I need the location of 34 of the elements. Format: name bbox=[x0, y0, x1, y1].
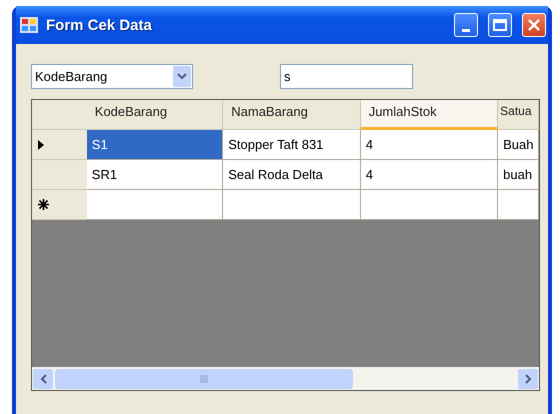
minimize-icon bbox=[462, 28, 470, 32]
close-button[interactable] bbox=[522, 13, 546, 37]
chevron-down-icon bbox=[177, 73, 187, 80]
scroll-right-button[interactable] bbox=[518, 368, 538, 388]
row-header[interactable] bbox=[32, 190, 87, 220]
maximize-button[interactable] bbox=[488, 13, 512, 37]
table-cell[interactable]: 4 bbox=[360, 130, 498, 160]
horizontal-scrollbar[interactable] bbox=[32, 367, 539, 390]
column-header[interactable]: NamaBarang bbox=[223, 100, 361, 130]
minimize-button[interactable] bbox=[454, 13, 478, 37]
corner-header bbox=[32, 100, 87, 130]
grip-icon bbox=[200, 374, 208, 382]
app-icon bbox=[20, 17, 38, 33]
table-cell[interactable]: Buah bbox=[498, 130, 540, 160]
table-cell[interactable]: 4 bbox=[360, 160, 498, 190]
scroll-left-button[interactable] bbox=[33, 368, 53, 388]
field-dropdown[interactable]: KodeBarang bbox=[31, 64, 193, 89]
close-icon bbox=[528, 19, 540, 31]
maximize-icon bbox=[493, 19, 507, 31]
column-header[interactable]: KodeBarang bbox=[86, 100, 224, 130]
table-cell[interactable]: buah bbox=[498, 160, 540, 190]
current-row-icon bbox=[38, 140, 44, 150]
table-cell[interactable]: Seal Roda Delta bbox=[223, 160, 361, 190]
new-row-icon bbox=[38, 199, 49, 210]
chevron-left-icon bbox=[40, 374, 46, 384]
scroll-thumb[interactable] bbox=[55, 368, 353, 388]
search-field[interactable]: s bbox=[280, 64, 413, 89]
column-header[interactable]: JumlahStok bbox=[360, 100, 498, 130]
table-cell[interactable]: Stopper Taft 831 bbox=[223, 130, 361, 160]
column-header[interactable]: Satua bbox=[498, 100, 539, 130]
chevron-right-icon bbox=[524, 374, 532, 384]
table-cell[interactable]: S1 bbox=[86, 130, 224, 160]
window-title: Form Cek Data bbox=[46, 16, 153, 34]
table-cell[interactable]: SR1 bbox=[86, 160, 224, 190]
